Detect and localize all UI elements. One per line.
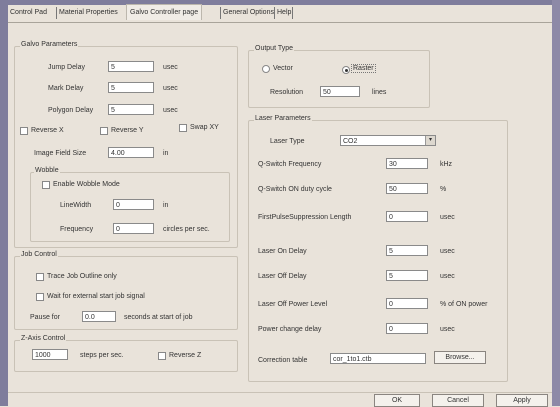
enable-wobble-label: Enable Wobble Mode	[53, 181, 120, 188]
line-width-unit: in	[163, 202, 169, 209]
power-change-delay-unit: usec	[440, 326, 455, 333]
resolution-unit: lines	[372, 89, 387, 96]
qswitch-duty-input[interactable]: 50	[386, 183, 428, 194]
output-type-group	[248, 50, 430, 108]
qswitch-duty-label: Q-Switch ON duty cycle	[258, 186, 332, 193]
laser-on-delay-input[interactable]: 5	[386, 245, 428, 256]
tab-galvo-controller[interactable]: Galvo Controller page	[126, 4, 203, 20]
laser-type-value: CO2	[343, 138, 358, 145]
polygon-delay-unit: usec	[163, 107, 178, 114]
pause-label: Pause for	[30, 314, 60, 321]
z-axis-title: Z-Axis Control	[20, 335, 67, 342]
image-field-size-input[interactable]: 4.00	[108, 147, 154, 158]
mark-delay-input[interactable]: 5	[108, 82, 154, 93]
window-frame-right	[552, 0, 560, 406]
laser-on-delay-label: Laser On Delay	[258, 248, 307, 255]
vector-radio[interactable]	[262, 65, 270, 73]
z-axis-steps-unit: steps per sec.	[80, 352, 124, 359]
browse-button[interactable]: Browse...	[434, 351, 486, 364]
tab-separator	[274, 7, 275, 19]
pause-input[interactable]: 0.0	[82, 311, 116, 322]
laser-parameters-title: Laser Parameters	[254, 115, 312, 122]
mark-delay-label: Mark Delay	[48, 85, 84, 92]
jump-delay-label: Jump Delay	[48, 64, 85, 71]
laser-off-power-unit: % of ON power	[440, 301, 488, 308]
tab-help[interactable]: Help	[277, 7, 291, 19]
ok-button[interactable]: OK	[374, 394, 420, 407]
power-change-delay-label: Power change delay	[258, 326, 322, 333]
wait-external-label: Wait for external start job signal	[47, 293, 145, 300]
first-pulse-unit: usec	[440, 214, 455, 221]
correction-table-input[interactable]: cor_1to1.ctb	[330, 353, 426, 364]
power-change-delay-input[interactable]: 0	[386, 323, 428, 334]
reverse-z-label: Reverse Z	[169, 352, 202, 359]
tab-general-options[interactable]: General Options	[223, 7, 274, 19]
raster-label: Raster	[351, 64, 376, 73]
first-pulse-input[interactable]: 0	[386, 211, 428, 222]
chevron-down-icon[interactable]: ▾	[425, 136, 435, 145]
apply-button[interactable]: Apply	[496, 394, 548, 407]
wait-external-checkbox[interactable]	[36, 293, 44, 301]
laser-off-delay-label: Laser Off Delay	[258, 273, 307, 280]
galvo-parameters-title: Galvo Parameters	[20, 41, 79, 48]
polygon-delay-input[interactable]: 5	[108, 104, 154, 115]
jump-delay-unit: usec	[163, 64, 178, 71]
correction-table-label: Correction table	[258, 357, 308, 364]
enable-wobble-checkbox[interactable]	[42, 181, 50, 189]
mark-delay-unit: usec	[163, 85, 178, 92]
tab-separator	[220, 7, 221, 19]
resolution-input[interactable]: 50	[320, 86, 360, 97]
frequency-label: Frequency	[60, 226, 94, 233]
image-field-size-unit: in	[163, 150, 169, 157]
qswitch-duty-unit: %	[440, 186, 447, 193]
line-width-label: LineWidth	[60, 202, 92, 209]
raster-radio[interactable]	[342, 66, 350, 74]
qswitch-frequency-label: Q-Switch Frequency	[258, 161, 322, 168]
swap-xy-checkbox[interactable]	[179, 124, 187, 132]
line-width-input[interactable]: 0	[113, 199, 154, 210]
frequency-unit: circles per sec.	[163, 226, 210, 233]
laser-type-label: Laser Type	[270, 138, 305, 145]
z-axis-steps-input[interactable]: 1000	[32, 349, 68, 360]
resolution-label: Resolution	[270, 89, 304, 96]
first-pulse-label: FirstPulseSuppression Length	[258, 214, 352, 221]
tab-separator	[292, 7, 293, 19]
laser-type-select[interactable]: CO2 ▾	[340, 135, 436, 146]
trace-outline-checkbox[interactable]	[36, 273, 44, 281]
trace-outline-label: Trace Job Outline only	[47, 273, 117, 280]
tab-material-properties[interactable]: Material Properties	[59, 7, 118, 19]
tab-control-pad[interactable]: Control Pad	[10, 7, 47, 19]
output-type-title: Output Type	[254, 45, 295, 52]
pause-unit: seconds at start of job	[124, 314, 193, 321]
laser-off-delay-unit: usec	[440, 273, 455, 280]
reverse-y-checkbox[interactable]	[100, 127, 108, 135]
qswitch-frequency-unit: kHz	[440, 161, 453, 168]
job-control-title: Job Control	[20, 251, 58, 258]
tab-separator	[56, 7, 57, 19]
window-frame-left	[0, 0, 8, 406]
laser-off-power-label: Laser Off Power Level	[258, 301, 328, 308]
cancel-button[interactable]: Cancel	[432, 394, 484, 407]
polygon-delay-label: Polygon Delay	[48, 107, 94, 114]
laser-on-delay-unit: usec	[440, 248, 455, 255]
laser-off-delay-input[interactable]: 5	[386, 270, 428, 281]
reverse-y-label: Reverse Y	[111, 127, 144, 134]
image-field-size-label: Image Field Size	[34, 150, 87, 157]
reverse-x-checkbox[interactable]	[20, 127, 28, 135]
qswitch-frequency-input[interactable]: 30	[386, 158, 428, 169]
wobble-title: Wobble	[34, 167, 60, 174]
laser-off-power-input[interactable]: 0	[386, 298, 428, 309]
swap-xy-label: Swap XY	[190, 124, 219, 131]
vector-label: Vector	[273, 65, 293, 72]
jump-delay-input[interactable]: 5	[108, 61, 154, 72]
frequency-input[interactable]: 0	[113, 223, 154, 234]
reverse-z-checkbox[interactable]	[158, 352, 166, 360]
reverse-x-label: Reverse X	[31, 127, 64, 134]
